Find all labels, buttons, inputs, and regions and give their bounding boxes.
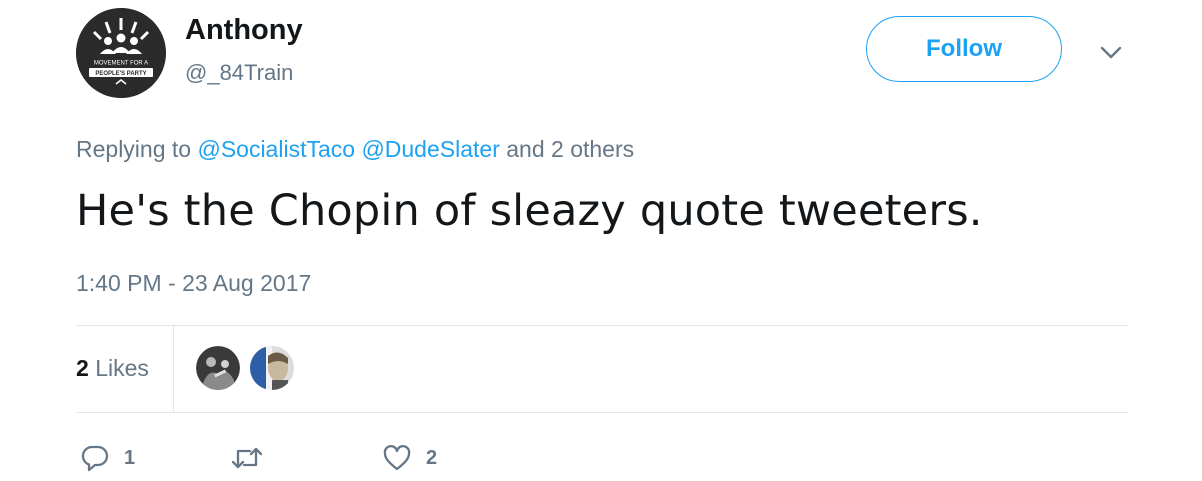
divider (173, 326, 174, 412)
liker-avatar[interactable] (250, 346, 294, 390)
mention-link[interactable]: @SocialistTaco (197, 136, 355, 162)
svg-text:PEOPLE'S PARTY: PEOPLE'S PARTY (95, 71, 146, 77)
likes-count: 2 (76, 355, 89, 381)
reply-count: 1 (124, 446, 136, 469)
avatar-logo: MOVEMENT FOR A PEOPLE'S PARTY (76, 8, 166, 98)
mention-link[interactable]: @DudeSlater (361, 136, 499, 162)
reply-context-prefix: Replying to (76, 136, 192, 162)
divider (76, 412, 1128, 413)
svg-text:MOVEMENT FOR A: MOVEMENT FOR A (94, 61, 148, 67)
retweet-button[interactable] (230, 441, 278, 475)
reply-context-others[interactable]: and 2 others (506, 136, 634, 162)
like-count: 2 (426, 446, 438, 469)
like-button[interactable]: 2 (382, 441, 437, 475)
tweet-text: He's the Chopin of sleazy quote tweeters… (76, 186, 983, 236)
liker-avatar[interactable] (196, 346, 240, 390)
avatar[interactable]: MOVEMENT FOR A PEOPLE'S PARTY (76, 8, 166, 98)
retweet-icon (231, 447, 263, 469)
timestamp[interactable]: 1:40 PM - 23 Aug 2017 (76, 270, 311, 297)
reply-icon (81, 445, 109, 472)
user-handle[interactable]: @_84Train (185, 60, 293, 86)
chevron-down-icon[interactable] (1098, 40, 1124, 66)
display-name[interactable]: Anthony (185, 14, 303, 47)
likes-label: Likes (95, 355, 149, 381)
reply-button[interactable]: 1 (80, 441, 135, 475)
divider (76, 325, 1128, 326)
likes-stat[interactable]: 2 Likes (76, 355, 149, 382)
reply-context: Replying to @SocialistTaco @DudeSlater a… (76, 136, 634, 163)
follow-button[interactable]: Follow (866, 16, 1062, 82)
heart-icon (383, 445, 411, 471)
